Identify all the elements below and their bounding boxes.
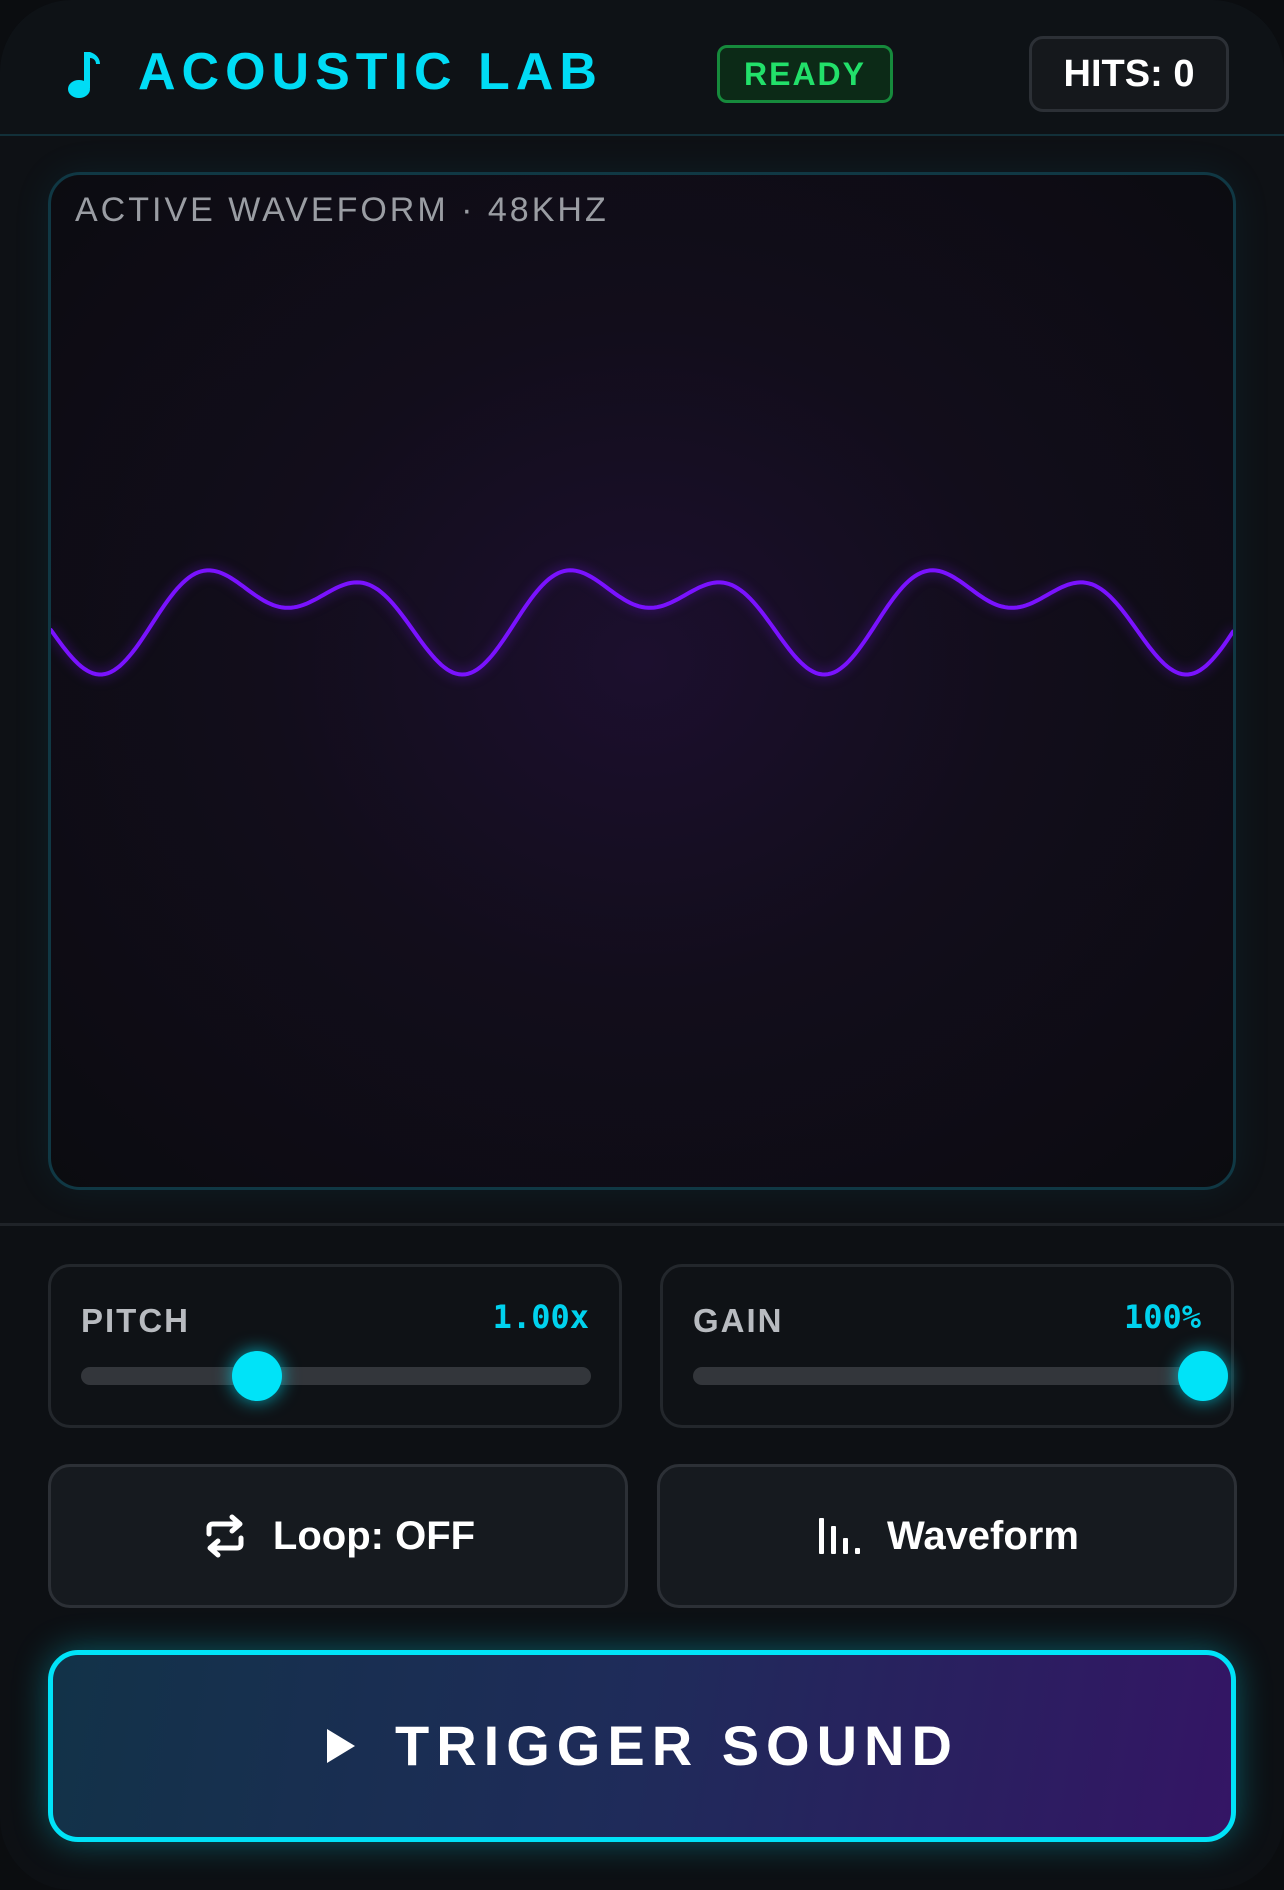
pitch-slider-thumb[interactable] <box>231 1351 282 1401</box>
visualizer-section: ACTIVE WAVEFORM · 48KHZ <box>0 136 1284 1226</box>
waveform-label: ACTIVE WAVEFORM · 48KHZ <box>75 191 609 229</box>
gain-value: 100% <box>1123 1298 1201 1336</box>
trigger-button-label: TRIGGER SOUND <box>395 1714 959 1777</box>
pitch-label: PITCH <box>81 1302 190 1339</box>
hits-counter: HITS: 0 <box>1029 36 1229 112</box>
app-title: ACOUSTIC LAB <box>138 43 603 101</box>
gain-slider-thumb[interactable] <box>1178 1351 1228 1401</box>
gain-slider[interactable] <box>693 1351 1228 1401</box>
gain-control: GAIN 100% <box>660 1264 1234 1428</box>
waveform-mode-button[interactable]: Waveform <box>657 1464 1237 1608</box>
waveform-display: ACTIVE WAVEFORM · 48KHZ <box>48 172 1236 1190</box>
loop-toggle-button[interactable]: Loop: OFF <box>48 1464 628 1608</box>
bar-chart-icon <box>819 1518 861 1554</box>
music-note-icon <box>68 52 100 98</box>
waveform-button-label: Waveform <box>887 1513 1079 1558</box>
pitch-value: 1.00x <box>492 1298 589 1336</box>
loop-button-label: Loop: OFF <box>272 1513 476 1558</box>
gain-label: GAIN <box>693 1302 784 1339</box>
waveform-line <box>51 568 1233 677</box>
status-badge: READY <box>717 45 893 103</box>
acoustic-lab-app: ACOUSTIC LAB READY HITS: 0 ACTIVE WAVEFO… <box>0 0 1284 1890</box>
repeat-icon <box>206 1514 244 1558</box>
header-bar: ACOUSTIC LAB READY HITS: 0 <box>0 0 1284 136</box>
waveform-graph <box>51 568 1233 677</box>
trigger-sound-button[interactable]: TRIGGER SOUND <box>48 1650 1236 1842</box>
pitch-control: PITCH 1.00x <box>48 1264 622 1428</box>
pitch-slider[interactable] <box>81 1351 591 1401</box>
play-icon <box>327 1729 356 1763</box>
